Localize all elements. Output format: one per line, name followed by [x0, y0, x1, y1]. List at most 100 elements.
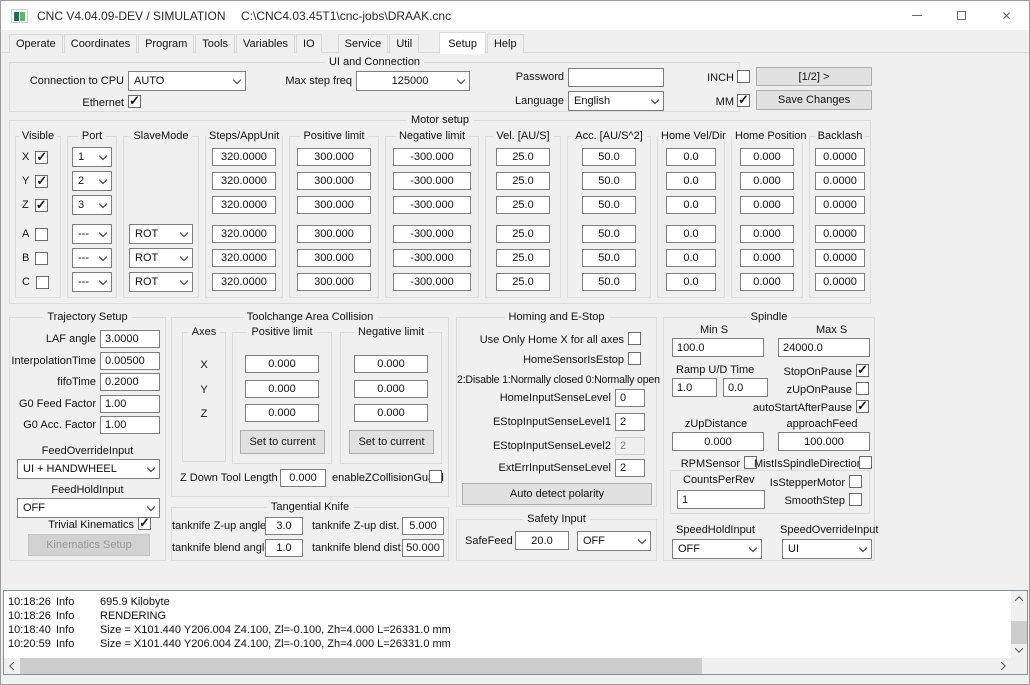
scroll-up-icon[interactable]	[1011, 591, 1027, 607]
tab-io[interactable]: IO	[296, 34, 322, 53]
speed-override-select[interactable]: UI	[782, 539, 872, 559]
steps-input-y[interactable]	[212, 172, 276, 190]
homevel-input-y[interactable]	[666, 172, 716, 190]
neglimit-input-c[interactable]	[393, 273, 471, 291]
tab-tools[interactable]: Tools	[195, 34, 235, 53]
visible-checkbox-x[interactable]	[35, 149, 49, 165]
backlash-input-a[interactable]	[815, 225, 865, 243]
trivial-kinematics-checkbox[interactable]	[138, 515, 151, 531]
approach-feed-input[interactable]	[778, 432, 870, 451]
tab-program[interactable]: Program	[138, 34, 195, 53]
port-select-y[interactable]: 2	[72, 171, 112, 191]
homepos-input-c[interactable]	[740, 273, 794, 291]
scroll-right-icon[interactable]	[995, 658, 1011, 674]
homevel-input-x[interactable]	[666, 148, 716, 166]
backlash-input-z[interactable]	[815, 196, 865, 214]
vel-input-y[interactable]	[496, 172, 550, 190]
tc-pos-set-button[interactable]: Set to current	[240, 430, 325, 454]
tanknife-zup-angle-input[interactable]	[265, 517, 303, 535]
stop-on-pause-checkbox[interactable]	[856, 362, 869, 378]
port-select-z[interactable]: 3	[72, 195, 112, 215]
save-changes-button[interactable]: Save Changes	[756, 90, 872, 110]
enable-z-collision-guard-checkbox[interactable]	[429, 470, 442, 483]
steps-input-x[interactable]	[212, 148, 276, 166]
mist-spindle-direction-checkbox[interactable]	[859, 456, 872, 469]
laf-angle-input[interactable]	[100, 330, 160, 348]
neglimit-input-b[interactable]	[393, 249, 471, 267]
vel-input-c[interactable]	[496, 273, 550, 291]
steps-input-a[interactable]	[212, 225, 276, 243]
tab-operate[interactable]: Operate	[9, 34, 63, 53]
estop1-sense-input[interactable]	[615, 413, 645, 431]
homevel-input-b[interactable]	[666, 249, 716, 267]
acc-input-a[interactable]	[582, 225, 636, 243]
slavemode-select-b[interactable]: ROT	[129, 248, 193, 268]
port-select-a[interactable]: ---	[72, 224, 112, 244]
vel-input-b[interactable]	[496, 249, 550, 267]
homevel-input-c[interactable]	[666, 273, 716, 291]
steps-input-b[interactable]	[212, 249, 276, 267]
tanknife-zup-dist-input[interactable]	[402, 517, 444, 535]
tc-neg-set-button[interactable]: Set to current	[349, 430, 434, 454]
homepos-input-a[interactable]	[740, 225, 794, 243]
smooth-step-checkbox[interactable]	[849, 493, 862, 506]
max-step-freq-select[interactable]: 125000	[356, 71, 470, 91]
homepos-input-b[interactable]	[740, 249, 794, 267]
acc-input-c[interactable]	[582, 273, 636, 291]
home-sensor-estop-checkbox[interactable]	[628, 352, 641, 365]
neglimit-input-z[interactable]	[393, 196, 471, 214]
safe-feed-input[interactable]	[515, 531, 569, 550]
neglimit-input-a[interactable]	[393, 225, 471, 243]
visible-checkbox-z[interactable]	[34, 197, 48, 213]
poslimit-input-z[interactable]	[297, 196, 371, 214]
page-toggle-button[interactable]: [1/2] >	[756, 67, 872, 86]
homepos-input-y[interactable]	[740, 172, 794, 190]
tc-pos-z-input[interactable]	[245, 404, 319, 422]
tab-util[interactable]: Util	[389, 34, 420, 53]
mm-checkbox[interactable]	[737, 92, 750, 108]
max-s-input[interactable]	[778, 338, 870, 357]
maximize-icon[interactable]	[939, 1, 984, 30]
steps-input-z[interactable]	[212, 196, 276, 214]
homevel-input-a[interactable]	[666, 225, 716, 243]
tc-pos-y-input[interactable]	[245, 380, 319, 398]
poslimit-input-c[interactable]	[297, 273, 371, 291]
h-scroll-thumb[interactable]	[20, 658, 702, 674]
backlash-input-c[interactable]	[815, 273, 865, 291]
z-down-tool-length-input[interactable]	[280, 469, 326, 487]
homevel-input-z[interactable]	[666, 196, 716, 214]
slavemode-select-c[interactable]: ROT	[129, 272, 193, 292]
poslimit-input-y[interactable]	[297, 172, 371, 190]
interpolation-time-input[interactable]	[100, 352, 160, 370]
vel-input-x[interactable]	[496, 148, 550, 166]
tab-coordinates[interactable]: Coordinates	[63, 34, 138, 53]
auto-start-after-pause-checkbox[interactable]	[856, 398, 869, 414]
tc-neg-z-input[interactable]	[354, 404, 428, 422]
exterr-sense-input[interactable]	[615, 459, 645, 477]
g0-feed-factor-input[interactable]	[100, 395, 160, 413]
inch-checkbox[interactable]	[737, 70, 750, 83]
scroll-down-icon[interactable]	[1011, 642, 1027, 658]
language-select[interactable]: English	[568, 91, 664, 111]
backlash-input-y[interactable]	[815, 172, 865, 190]
acc-input-z[interactable]	[582, 196, 636, 214]
g0-acc-factor-input[interactable]	[100, 416, 160, 434]
speed-hold-select[interactable]: OFF	[672, 539, 762, 559]
tab-variables[interactable]: Variables	[235, 34, 295, 53]
close-icon[interactable]: ✕	[984, 1, 1029, 30]
zup-on-pause-checkbox[interactable]	[856, 382, 869, 395]
feed-override-select[interactable]: UI + HANDWHEEL	[17, 459, 160, 479]
scroll-left-icon[interactable]	[4, 658, 20, 674]
connection-cpu-select[interactable]: AUTO	[128, 71, 246, 91]
safety-input-select[interactable]: OFF	[577, 531, 651, 551]
visible-checkbox-a[interactable]	[35, 227, 49, 241]
kinematics-setup-button[interactable]: Kinematics Setup	[28, 534, 150, 556]
home-x-all-checkbox[interactable]	[628, 332, 641, 345]
acc-input-y[interactable]	[582, 172, 636, 190]
visible-checkbox-b[interactable]	[35, 251, 49, 265]
auto-detect-polarity-button[interactable]: Auto detect polarity	[462, 483, 652, 505]
min-s-input[interactable]	[672, 338, 764, 357]
poslimit-input-x[interactable]	[297, 148, 371, 166]
homepos-input-z[interactable]	[740, 196, 794, 214]
poslimit-input-b[interactable]	[297, 249, 371, 267]
